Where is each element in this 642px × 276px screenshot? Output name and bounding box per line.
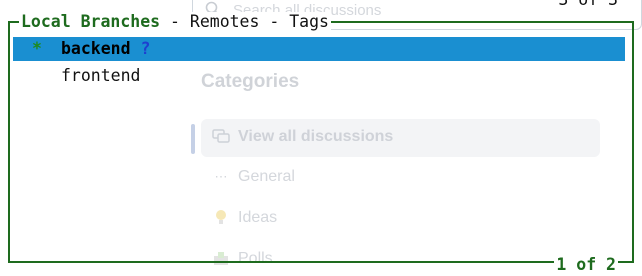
branch-name: backend — [61, 39, 131, 58]
tab-separator: - — [259, 12, 290, 31]
panel-tabs: Local Branches - Remotes - Tags — [19, 12, 331, 32]
tab-local-branches[interactable]: Local Branches — [21, 12, 160, 31]
list-position: 1 of 2 — [554, 255, 618, 276]
match-counter: 3 of 3 — [558, 0, 618, 9]
branch-row[interactable]: frontend — [13, 64, 625, 88]
tab-separator: - — [160, 12, 190, 31]
current-branch-marker: * — [32, 39, 42, 58]
tab-tags[interactable]: Tags — [289, 12, 329, 31]
branch-row[interactable]: * backend? — [13, 37, 625, 61]
branch-name: frontend — [61, 66, 141, 85]
tab-remotes[interactable]: Remotes — [190, 12, 260, 31]
branch-status: ? — [140, 39, 151, 58]
